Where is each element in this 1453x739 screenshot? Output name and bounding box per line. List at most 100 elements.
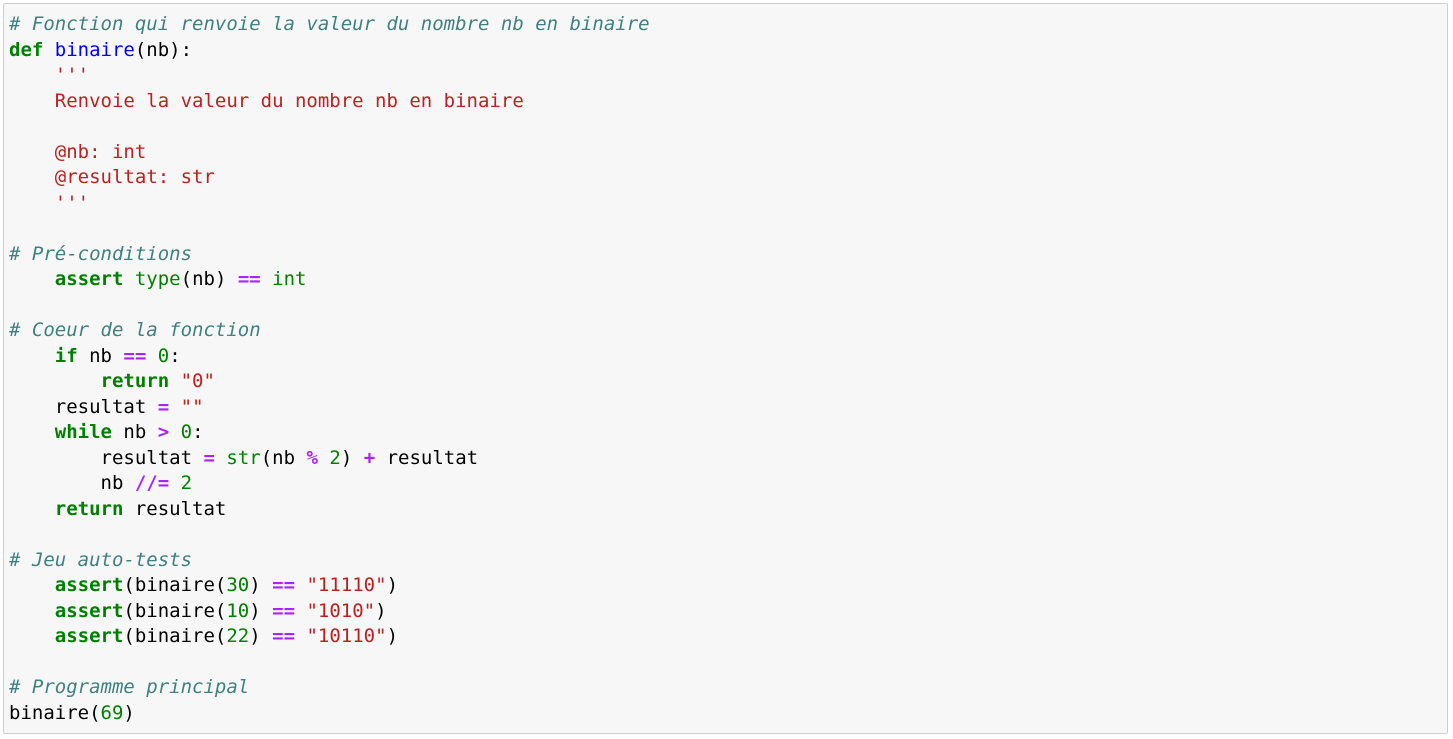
code-line: # Fonction qui renvoie la valeur du nomb… <box>9 12 650 38</box>
code-text: resultat <box>375 446 479 469</box>
keyword-token: while <box>54 421 112 443</box>
operator-token: + <box>363 446 376 469</box>
operator-token: = <box>157 395 170 418</box>
number-token: 22 <box>226 625 250 647</box>
builtin-token: str <box>226 446 261 469</box>
comment-token: # Jeu auto-tests <box>9 548 193 571</box>
code-text: (nb <box>260 446 307 469</box>
number-token: 2 <box>329 446 341 469</box>
code-text: resultat <box>9 395 158 418</box>
string-token: "11110" <box>306 574 387 596</box>
code-line: # Coeur de la fonction <box>9 318 650 344</box>
string-token: ''' <box>9 191 90 214</box>
operator-token: > <box>157 421 170 443</box>
comment-token: # Pré-conditions <box>9 242 193 265</box>
code-editor[interactable]: # Fonction qui renvoie la valeur du nomb… <box>9 12 650 726</box>
code-line: resultat = str(nb % 2) + resultat <box>9 446 650 472</box>
code-line: while nb > 0: <box>9 420 650 446</box>
code-text: ) <box>386 625 399 647</box>
code-line: ''' <box>9 63 650 89</box>
operator-token: % <box>306 446 318 469</box>
code-text: ) <box>249 599 273 622</box>
comment-token: # Programme principal <box>9 676 250 698</box>
code-text: ) <box>249 574 273 596</box>
string-token: "10110" <box>306 625 387 647</box>
number-token: 10 <box>226 599 250 622</box>
code-line: # Jeu auto-tests <box>9 548 650 574</box>
keyword-token: return <box>54 497 124 520</box>
code-line: Renvoie la valeur du nombre nb en binair… <box>9 89 650 115</box>
code-text: (binaire( <box>123 574 227 596</box>
string-token: Renvoie la valeur du nombre nb en binair… <box>9 89 524 112</box>
code-text: nb <box>9 472 135 494</box>
keyword-token: assert <box>54 268 124 290</box>
code-line: assert(binaire(30) == "11110") <box>9 573 650 599</box>
code-text: (binaire( <box>123 625 227 647</box>
operator-token: == <box>272 625 296 647</box>
code-text: : <box>169 344 181 367</box>
keyword-token: assert <box>54 625 124 647</box>
operator-token: == <box>272 574 296 596</box>
string-token: "0" <box>180 370 215 392</box>
string-token: "1010" <box>306 599 376 622</box>
code-line: def binaire(nb): <box>9 38 650 64</box>
code-line: nb //= 2 <box>9 471 650 497</box>
string-token: @nb: int <box>9 140 147 163</box>
code-text: ) <box>340 446 364 469</box>
builtin-token: int <box>272 268 307 290</box>
code-line: binaire(69) <box>9 701 650 727</box>
function-name-token: binaire <box>54 38 135 61</box>
keyword-token: assert <box>54 599 124 622</box>
code-line: ''' <box>9 191 650 217</box>
code-line: # Pré-conditions <box>9 242 650 268</box>
number-token: 0 <box>180 421 193 443</box>
code-text: ) <box>386 574 399 596</box>
code-text: binaire( <box>9 701 101 724</box>
code-text: : <box>192 421 204 443</box>
code-line: assert(binaire(10) == "1010") <box>9 599 650 625</box>
operator-token: = <box>203 446 215 469</box>
code-text: nb <box>111 421 158 443</box>
number-token: 2 <box>180 472 193 494</box>
code-line: if nb == 0: <box>9 344 650 370</box>
code-text: ) <box>249 625 273 647</box>
code-line: @nb: int <box>9 140 650 166</box>
code-line: return resultat <box>9 497 650 523</box>
code-text: resultat <box>123 497 227 520</box>
string-token: @resultat: str <box>9 166 215 188</box>
keyword-token: def <box>9 38 44 61</box>
code-line: assert(binaire(22) == "10110") <box>9 624 650 650</box>
keyword-token: if <box>54 344 78 367</box>
keyword-token: assert <box>54 574 124 596</box>
code-text: (nb): <box>134 38 193 61</box>
comment-token: # Fonction qui renvoie la valeur du nomb… <box>9 13 650 35</box>
code-text: ) <box>375 599 387 622</box>
code-line: assert type(nb) == int <box>9 267 650 293</box>
code-cell[interactable]: # Fonction qui renvoie la valeur du nomb… <box>3 3 1448 734</box>
operator-token: //= <box>134 472 170 494</box>
builtin-token: type <box>134 268 181 290</box>
number-token: 0 <box>157 344 170 367</box>
